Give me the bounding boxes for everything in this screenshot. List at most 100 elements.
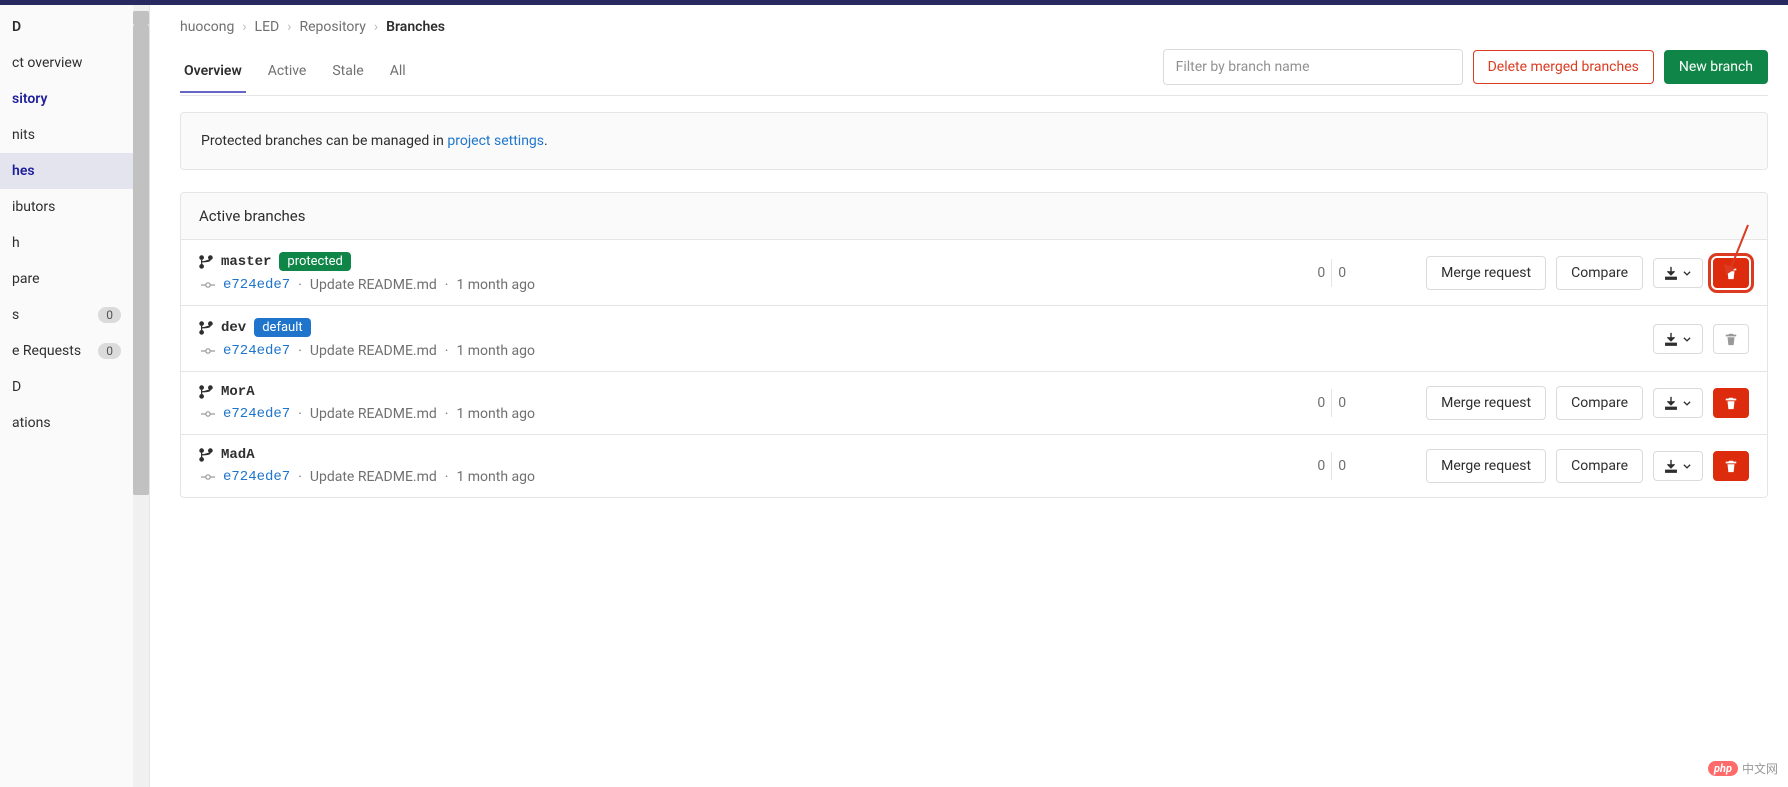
dot-sep: · — [298, 277, 302, 293]
sidebar-scroll-thumb[interactable] — [133, 25, 149, 495]
tab-stale[interactable]: Stale — [328, 51, 367, 93]
download-button[interactable] — [1653, 324, 1703, 354]
sidebar-item[interactable]: D — [0, 369, 133, 405]
branch-name[interactable]: dev — [221, 320, 246, 336]
layout: Dct overviewsitorynitshesibutorshpares0e… — [0, 5, 1788, 787]
project-settings-link[interactable]: project settings — [447, 133, 544, 149]
delete-branch-button[interactable] — [1713, 258, 1749, 288]
commit-hash-link[interactable]: e724ede7 — [223, 277, 290, 293]
sidebar-item[interactable]: sitory — [0, 81, 133, 117]
delete-branch-button[interactable] — [1713, 388, 1749, 418]
sidebar-item[interactable]: hes — [0, 153, 133, 189]
branch-name[interactable]: master — [221, 254, 271, 270]
sidebar-item[interactable]: pare — [0, 261, 133, 297]
commit-message: Update README.md — [310, 406, 437, 422]
branch-actions: 00 Merge request Compare — [1317, 256, 1749, 290]
sidebar-item-label: hes — [12, 163, 35, 179]
branch-badge: protected — [279, 252, 350, 271]
info-text-after: . — [544, 133, 548, 149]
branch-left: devdefaulte724ede7·Update README.md·1 mo… — [199, 318, 535, 359]
commit-hash-link[interactable]: e724ede7 — [223, 469, 290, 485]
sidebar-item[interactable]: h — [0, 225, 133, 261]
ahead-count: 0 — [1338, 265, 1346, 281]
breadcrumb-item[interactable]: huocong — [180, 19, 234, 35]
new-branch-button[interactable]: New branch — [1664, 50, 1768, 84]
branch-name[interactable]: MadA — [221, 447, 255, 463]
sidebar-item-label: h — [12, 235, 20, 251]
breadcrumb-item[interactable]: Repository — [299, 19, 365, 35]
sidebar-item[interactable]: ations — [0, 405, 133, 441]
sidebar-item[interactable]: ct overview — [0, 45, 133, 81]
breadcrumb-item[interactable]: LED — [255, 19, 280, 35]
trash-icon — [1724, 266, 1738, 280]
active-branches-panel: Active branches master protected e724ede7 ·… — [180, 192, 1768, 498]
sidebar-item-label: ations — [12, 415, 51, 431]
branch-title-line: MadA — [199, 447, 535, 463]
behind-ahead-counter: 00 — [1317, 389, 1346, 417]
commit-time: 1 month ago — [456, 406, 535, 422]
delete-branch-button[interactable] — [1713, 451, 1749, 481]
compare-button[interactable]: Compare — [1556, 256, 1643, 290]
tabs-row: Overview Active Stale All Delete merged bra… — [180, 49, 1768, 96]
dot-sep: · — [298, 469, 302, 485]
sidebar-item[interactable]: s0 — [0, 297, 133, 333]
merge-request-button[interactable]: Merge request — [1426, 386, 1546, 420]
sidebar-scrollbar[interactable] — [133, 5, 149, 787]
download-button[interactable] — [1653, 388, 1703, 418]
tab-overview[interactable]: Overview — [180, 51, 246, 93]
commit-message: Update README.md — [310, 277, 437, 293]
dot-sep: · — [445, 343, 449, 359]
behind-count: 0 — [1317, 458, 1325, 474]
sidebar-item[interactable]: nits — [0, 117, 133, 153]
dot-sep: · — [445, 469, 449, 485]
tab-active[interactable]: Active — [264, 51, 311, 93]
branch-badge: default — [254, 318, 310, 337]
chevron-down-icon — [1682, 461, 1692, 471]
delete-branch-button — [1713, 324, 1749, 354]
merge-request-button[interactable]: Merge request — [1426, 256, 1546, 290]
download-button[interactable] — [1653, 451, 1703, 481]
breadcrumb-current: Branches — [386, 19, 445, 35]
main-content: huocong › LED › Repository › Branches Ov… — [150, 5, 1788, 787]
merge-request-button[interactable]: Merge request — [1426, 449, 1546, 483]
compare-button[interactable]: Compare — [1556, 449, 1643, 483]
tab-all[interactable]: All — [386, 51, 410, 93]
sidebar: Dct overviewsitorynitshesibutorshpares0e… — [0, 5, 150, 787]
compare-button[interactable]: Compare — [1556, 386, 1643, 420]
dot-sep: · — [445, 277, 449, 293]
delete-merged-button[interactable]: Delete merged branches — [1473, 50, 1654, 84]
filter-branch-input[interactable] — [1163, 49, 1463, 85]
counter-separator — [1331, 452, 1332, 480]
branch-title-line: dev default — [199, 318, 535, 337]
branch-row: MorAe724ede7·Update README.md·1 month ag… — [181, 372, 1767, 435]
commit-hash-link[interactable]: e724ede7 — [223, 406, 290, 422]
sidebar-item[interactable]: ibutors — [0, 189, 133, 225]
chevron-right-icon: › — [287, 19, 291, 35]
download-icon — [1664, 332, 1678, 346]
sidebar-item-label: ibutors — [12, 199, 55, 215]
branch-name[interactable]: MorA — [221, 384, 255, 400]
panel-header: Active branches — [181, 193, 1767, 240]
branch-title-line: master protected — [199, 252, 535, 271]
branch-row: master protected e724ede7 · Update README.md… — [181, 240, 1767, 306]
branch-icon — [199, 321, 213, 335]
download-icon — [1664, 459, 1678, 473]
sidebar-item-label: D — [12, 19, 21, 35]
commit-hash-link[interactable]: e724ede7 — [223, 343, 290, 359]
watermark-logo: php — [1708, 761, 1738, 776]
info-panel: Protected branches can be managed in pro… — [180, 112, 1768, 170]
sidebar-scroll-up[interactable] — [133, 11, 149, 25]
branch-icon — [199, 448, 213, 462]
sidebar-item-label: ct overview — [12, 55, 82, 71]
sidebar-item[interactable]: e Requests0 — [0, 333, 133, 369]
info-text: Protected branches can be managed in — [201, 133, 447, 149]
chevron-right-icon: › — [374, 19, 378, 35]
branch-actions: 00 Merge request Compare — [1317, 386, 1749, 420]
dot-sep: · — [298, 406, 302, 422]
sidebar-item-label: e Requests — [12, 343, 81, 359]
commit-icon — [201, 278, 215, 292]
branch-left: master protected e724ede7 · Update README.md… — [199, 252, 535, 293]
download-button[interactable] — [1653, 258, 1703, 288]
sidebar-item[interactable]: D — [0, 5, 133, 45]
behind-count: 0 — [1317, 265, 1325, 281]
